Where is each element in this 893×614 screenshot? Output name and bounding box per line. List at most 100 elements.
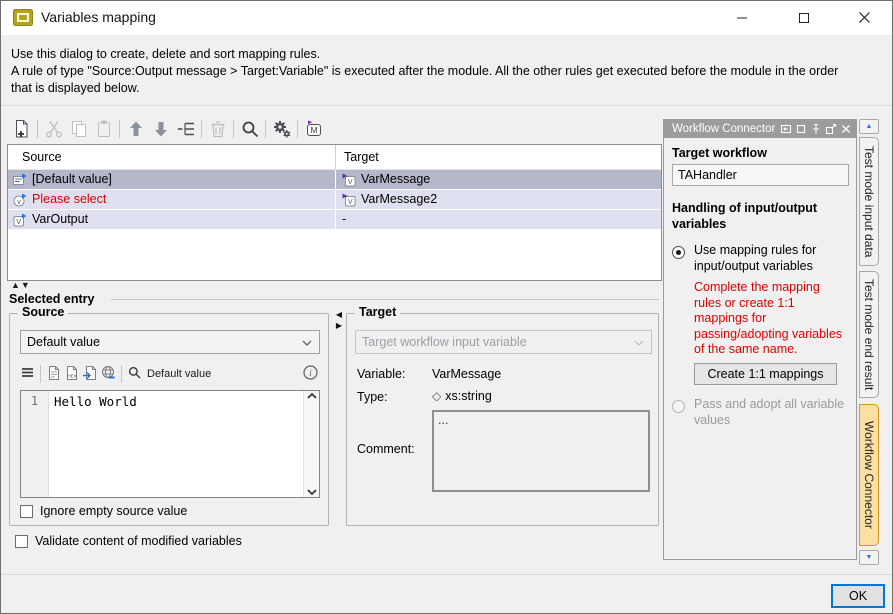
settings-icon — [272, 119, 292, 139]
new-rule-icon — [12, 119, 32, 139]
editor-gutter: 1 — [21, 391, 49, 497]
tabs-scroll-up-button[interactable]: ▲ — [859, 119, 879, 134]
scroll-down-icon: ▼ — [866, 554, 873, 561]
cut-button[interactable] — [41, 117, 66, 142]
column-header-source[interactable]: Source — [8, 145, 336, 169]
module-mapping-button[interactable]: M — [301, 117, 326, 142]
table-row[interactable]: V VarOutput - — [8, 210, 661, 229]
horizontal-splitter[interactable]: ▲▼ — [11, 280, 31, 290]
delete-button[interactable] — [205, 117, 230, 142]
please-select-icon: v — [13, 193, 27, 207]
validate-checkbox[interactable] — [15, 535, 28, 548]
comment-box: ... — [432, 410, 650, 492]
menu-icon — [20, 365, 35, 380]
description-line-1: Use this dialog to create, delete and so… — [11, 46, 838, 63]
ok-button[interactable]: OK — [831, 584, 885, 608]
toolbar-separator — [121, 365, 122, 383]
svg-text:V: V — [348, 199, 353, 206]
svg-text:V: V — [16, 219, 21, 226]
copy-button[interactable] — [66, 117, 91, 142]
ignore-empty-label: Ignore empty source value — [40, 504, 187, 518]
validate-checkbox-row: Validate content of modified variables — [15, 534, 242, 548]
globe-link-icon — [100, 365, 116, 381]
editor-scrollbar[interactable] — [303, 391, 319, 497]
module-mapping-icon: M — [304, 119, 324, 139]
pin-icon[interactable] — [810, 123, 822, 135]
rule-source: Please select — [32, 190, 106, 209]
settings-button[interactable] — [269, 117, 294, 142]
delete-icon — [208, 119, 228, 139]
minimize-button[interactable] — [721, 1, 763, 34]
toolbar-separator — [37, 120, 38, 138]
source-type-dropdown[interactable]: Default value — [20, 330, 320, 354]
type-label: Type: — [357, 390, 388, 404]
target-workflow-field[interactable]: TAHandler — [672, 164, 849, 186]
tabs-scroll-down-button[interactable]: ▼ — [859, 550, 879, 565]
var-output-icon: V — [13, 213, 27, 227]
search-value-button[interactable] — [127, 365, 142, 383]
float-icon[interactable] — [825, 123, 837, 135]
create-mappings-button[interactable]: Create 1:1 mappings — [694, 363, 837, 385]
editor-content[interactable]: Hello World — [49, 391, 303, 497]
type-diamond-icon: ◇ — [432, 389, 441, 403]
use-mapping-rules-label: Use mapping rules for input/output varia… — [694, 242, 816, 274]
use-mapping-rules-radio[interactable] — [672, 246, 685, 259]
scroll-up-icon: ▲ — [866, 123, 873, 130]
dock-icon[interactable] — [780, 123, 792, 135]
default-value-icon — [13, 173, 27, 187]
doc-hex-icon: HEX — [64, 365, 80, 381]
toolbar-separator — [201, 120, 202, 138]
window-icon — [13, 9, 33, 26]
doc-hex-button[interactable]: HEX — [64, 365, 80, 384]
tab-test-mode-input-data[interactable]: Test mode input data — [859, 137, 879, 266]
target-type-dropdown: Target workflow input variable — [355, 330, 652, 354]
new-rule-button[interactable] — [9, 117, 34, 142]
selected-entry-rule — [111, 299, 659, 300]
doc-text-icon — [46, 365, 62, 381]
column-header-target[interactable]: Target — [336, 145, 379, 169]
maximize-button[interactable] — [783, 1, 825, 34]
svg-text:i: i — [309, 368, 312, 378]
execution-order-button[interactable] — [173, 117, 198, 142]
panel-title: Workflow Connector — [672, 123, 775, 135]
search-icon — [127, 365, 142, 380]
comment-label: Comment: — [357, 442, 415, 456]
ignore-empty-checkbox[interactable] — [20, 505, 33, 518]
table-row[interactable]: v Please select V VarMessage2 — [8, 190, 661, 209]
tab-test-mode-end-result[interactable]: Test mode end result — [859, 271, 879, 398]
svg-text:v: v — [17, 198, 21, 205]
format-menu-button[interactable] — [20, 365, 35, 383]
ignore-empty-checkbox-row: Ignore empty source value — [20, 504, 187, 518]
target-variable-icon: V — [342, 193, 356, 207]
chevron-down-icon — [302, 340, 312, 346]
doc-text-button[interactable] — [46, 365, 62, 384]
doc-import-button[interactable] — [82, 365, 98, 384]
separator — [1, 105, 892, 106]
restore-icon[interactable] — [795, 123, 807, 135]
target-group-legend: Target — [355, 305, 400, 319]
cut-icon — [44, 119, 64, 139]
tab-workflow-connector[interactable]: Workflow Connector — [859, 404, 879, 546]
validate-label: Validate content of modified variables — [35, 534, 242, 548]
svg-text:M: M — [310, 125, 317, 135]
move-up-button[interactable] — [123, 117, 148, 142]
scroll-up-icon — [307, 393, 317, 399]
source-value-editor[interactable]: 1 Hello World — [20, 390, 320, 498]
table-row[interactable]: [Default value] V VarMessage — [8, 170, 661, 189]
paste-button[interactable] — [91, 117, 116, 142]
move-up-icon — [126, 119, 146, 139]
maximize-icon — [798, 12, 810, 24]
splitter-left-icon: ◀ — [336, 309, 342, 320]
panel-close-icon[interactable] — [840, 123, 852, 135]
target-workflow-heading: Target workflow — [672, 146, 767, 160]
rule-target: VarMessage2 — [361, 190, 437, 209]
search-button[interactable] — [237, 117, 262, 142]
vertical-splitter[interactable]: ◀▶ — [333, 309, 345, 331]
globe-link-button[interactable] — [100, 365, 116, 384]
table-header: Source Target — [8, 145, 661, 170]
pass-adopt-radio — [672, 400, 685, 413]
paste-icon — [94, 119, 114, 139]
info-button[interactable]: i — [303, 365, 318, 383]
move-down-button[interactable] — [148, 117, 173, 142]
close-button[interactable] — [843, 1, 885, 34]
